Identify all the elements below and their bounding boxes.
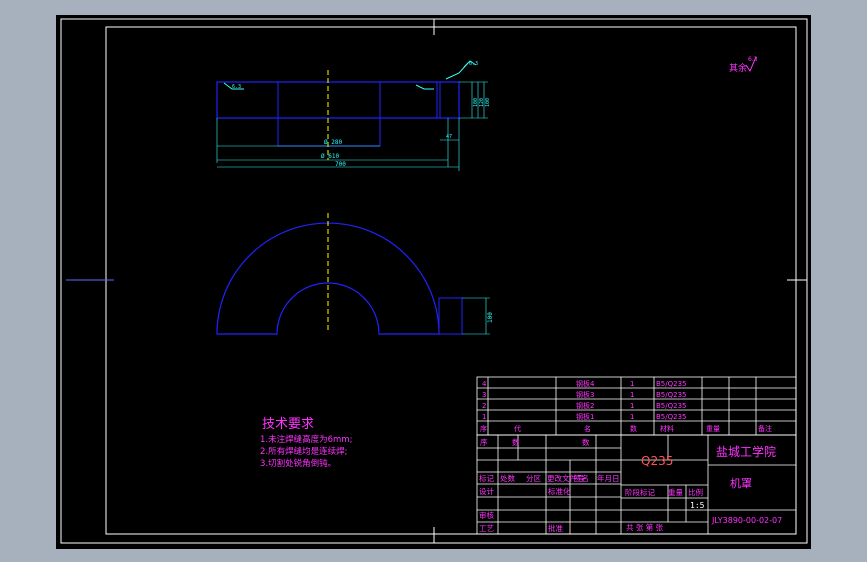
svg-text:钢板2: 钢板2	[576, 401, 594, 410]
front-flange	[439, 81, 460, 119]
material-value: Q235	[641, 454, 673, 468]
cad-viewport[interactable]: 其余 6.3 6.3 6.3 Ø 280 Ø 610 700 47 100 12…	[56, 15, 811, 549]
scale-value: 1:5	[690, 501, 705, 510]
svg-text:序: 序	[480, 424, 487, 433]
tech-req-item-1: 1.未注焊缝高度为6mm;	[260, 434, 352, 445]
tech-req-item-2: 2.所有焊缝均是连续焊;	[260, 446, 347, 457]
svg-text:B5/Q235: B5/Q235	[656, 413, 687, 421]
svg-text:1: 1	[630, 402, 634, 410]
svg-text:Ø 280: Ø 280	[324, 139, 342, 146]
svg-text:数: 数	[582, 437, 590, 447]
svg-text:钢板4: 钢板4	[576, 379, 595, 388]
front-inner-cut	[277, 81, 381, 147]
svg-text:100: 100	[487, 312, 494, 323]
svg-text:1: 1	[630, 391, 634, 399]
svg-text:B5/Q235: B5/Q235	[656, 380, 687, 388]
tech-req-item-3: 3.切割处锐角倒钝。	[260, 458, 336, 469]
svg-text:1: 1	[630, 380, 634, 388]
front-outline	[216, 81, 460, 119]
svg-text:共 张 第 张: 共 张 第 张	[626, 522, 664, 532]
svg-text:1: 1	[482, 413, 486, 421]
svg-text:批准: 批准	[548, 523, 563, 533]
engineering-drawing: 其余 6.3 6.3 6.3 Ø 280 Ø 610 700 47 100 12…	[60, 18, 808, 544]
svg-text:47: 47	[446, 134, 452, 140]
svg-text:700: 700	[335, 161, 346, 168]
part-name: 机罩	[730, 476, 752, 490]
svg-text:Ø 610: Ø 610	[321, 153, 339, 160]
roughness-symbol-general: 其余 6.3	[729, 56, 758, 74]
svg-text:材料: 材料	[660, 424, 674, 433]
svg-text:其余: 其余	[729, 62, 747, 74]
svg-text:标记: 标记	[479, 473, 494, 483]
svg-text:100: 100	[485, 98, 491, 107]
svg-text:备注: 备注	[758, 424, 772, 433]
svg-text:6.3: 6.3	[232, 84, 241, 90]
plan-view: 100	[216, 213, 494, 335]
school-name: 盐城工学院	[716, 444, 776, 459]
svg-text:钢板1: 钢板1	[576, 412, 594, 421]
svg-text:签名: 签名	[574, 473, 589, 483]
tech-req-title: 技术要求	[262, 417, 314, 432]
svg-text:重量: 重量	[668, 488, 683, 497]
svg-text:审核: 审核	[479, 510, 494, 520]
svg-text:处数: 处数	[500, 473, 515, 483]
svg-text:工艺: 工艺	[479, 524, 494, 533]
svg-text:6.3: 6.3	[748, 56, 758, 63]
svg-text:2: 2	[482, 402, 486, 410]
sheet-outer-border	[60, 18, 808, 544]
svg-text:年月日: 年月日	[597, 473, 620, 483]
svg-text:B5/Q235: B5/Q235	[656, 391, 687, 399]
front-view: 6.3 6.3 Ø 280 Ø 610 700 47 100 120 100	[216, 60, 491, 171]
svg-text:设计: 设计	[479, 486, 494, 496]
svg-text:名: 名	[584, 424, 591, 433]
svg-text:3: 3	[482, 391, 486, 399]
svg-text:1: 1	[630, 413, 634, 421]
svg-text:标准化: 标准化	[548, 486, 571, 496]
svg-text:数: 数	[630, 424, 637, 433]
svg-text:代: 代	[514, 424, 521, 433]
svg-text:重量: 重量	[706, 425, 720, 433]
drawing-number: JLY3890-00-02-07	[711, 516, 782, 525]
drawing-frame	[105, 26, 797, 535]
svg-text:分区: 分区	[526, 474, 541, 483]
svg-text:比例: 比例	[688, 487, 703, 497]
svg-text:4: 4	[482, 380, 487, 388]
svg-text:阶段标记: 阶段标记	[625, 487, 655, 497]
svg-text:B5/Q235: B5/Q235	[656, 402, 687, 410]
svg-text:钢板3: 钢板3	[576, 390, 594, 399]
svg-text:数: 数	[512, 437, 520, 447]
svg-text:6.3: 6.3	[469, 61, 478, 67]
bom-rows: 4 钢板4 1 B5/Q235 3 钢板3 1 B5/Q235 2 钢板2 1 …	[480, 379, 772, 433]
plan-flange	[438, 297, 463, 335]
technical-requirements: 技术要求 1.未注焊缝高度为6mm; 2.所有焊缝均是连续焊; 3.切割处锐角倒…	[260, 417, 352, 469]
svg-text:序: 序	[480, 437, 488, 447]
